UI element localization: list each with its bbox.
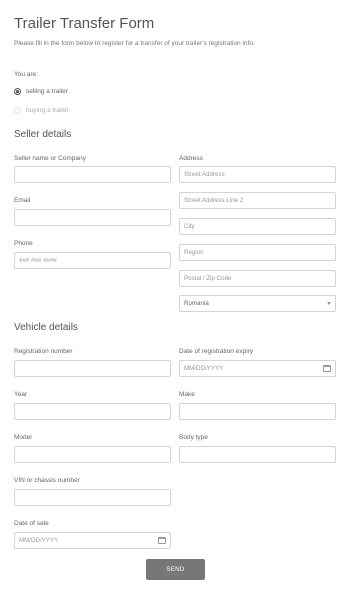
registration-input[interactable] xyxy=(14,360,171,377)
send-button[interactable]: SEND xyxy=(146,559,205,580)
sale-date-label: Date of sale xyxy=(14,520,49,527)
seller-name-label: Seller name or Company xyxy=(14,155,86,162)
street-address-line2-placeholder: Street Address Line 2 xyxy=(184,197,244,204)
form-subtitle: Please fill in the form below to registe… xyxy=(14,40,255,47)
phone-label: Phone xyxy=(14,240,33,247)
seller-name-input[interactable] xyxy=(14,166,171,183)
radio-label-selling: selling a trailer xyxy=(26,88,68,95)
radio-option-buying[interactable]: buying a trailer xyxy=(14,107,69,114)
street-address-line2-input[interactable]: Street Address Line 2 xyxy=(179,192,336,209)
radio-option-selling[interactable]: selling a trailer xyxy=(14,88,68,95)
radio-unchecked-icon[interactable] xyxy=(14,107,21,114)
city-placeholder: City xyxy=(184,223,195,230)
street-address-input[interactable]: Street Address xyxy=(179,166,336,183)
form-title: Trailer Transfer Form xyxy=(14,15,155,32)
make-input[interactable] xyxy=(179,403,336,420)
city-input[interactable]: City xyxy=(179,218,336,235)
phone-input[interactable]: ### ### #### xyxy=(14,252,171,269)
calendar-icon[interactable] xyxy=(323,365,331,372)
region-input[interactable]: Region xyxy=(179,244,336,261)
expiry-date-input[interactable]: MM/DD/YYYY xyxy=(179,360,336,377)
postal-code-placeholder: Postal / Zip Code xyxy=(184,275,232,282)
make-label: Make xyxy=(179,391,195,398)
role-label: You are: xyxy=(14,71,38,78)
vin-label: VIN or chassis number xyxy=(14,477,80,484)
phone-placeholder: ### ### #### xyxy=(19,257,57,264)
seller-section-heading: Seller details xyxy=(14,129,72,140)
body-type-input[interactable] xyxy=(179,446,336,463)
expiry-label: Date of registration expiry xyxy=(179,348,254,355)
email-label: Email xyxy=(14,197,31,204)
year-label: Year xyxy=(14,391,28,398)
body-type-label: Body type xyxy=(179,434,208,441)
vin-input[interactable] xyxy=(14,489,171,506)
vehicle-section-heading: Vehicle details xyxy=(14,322,78,333)
street-address-placeholder: Street Address xyxy=(184,171,225,178)
radio-checked-icon[interactable] xyxy=(14,88,21,95)
model-label: Model xyxy=(14,434,32,441)
year-input[interactable] xyxy=(14,403,171,420)
country-select[interactable]: Romania xyxy=(179,295,336,312)
calendar-icon[interactable] xyxy=(158,537,166,544)
region-placeholder: Region xyxy=(184,249,204,256)
email-input[interactable] xyxy=(14,209,171,226)
sale-date-input[interactable]: MM/DD/YYYY xyxy=(14,532,171,549)
country-value: Romania xyxy=(184,300,209,307)
model-input[interactable] xyxy=(14,446,171,463)
address-label: Address xyxy=(179,155,203,162)
expiry-date-placeholder: MM/DD/YYYY xyxy=(184,365,224,372)
registration-label: Registration number xyxy=(14,348,73,355)
postal-code-input[interactable]: Postal / Zip Code xyxy=(179,270,336,287)
chevron-down-icon xyxy=(327,302,331,305)
sale-date-placeholder: MM/DD/YYYY xyxy=(19,537,59,544)
radio-label-buying: buying a trailer xyxy=(26,107,69,114)
